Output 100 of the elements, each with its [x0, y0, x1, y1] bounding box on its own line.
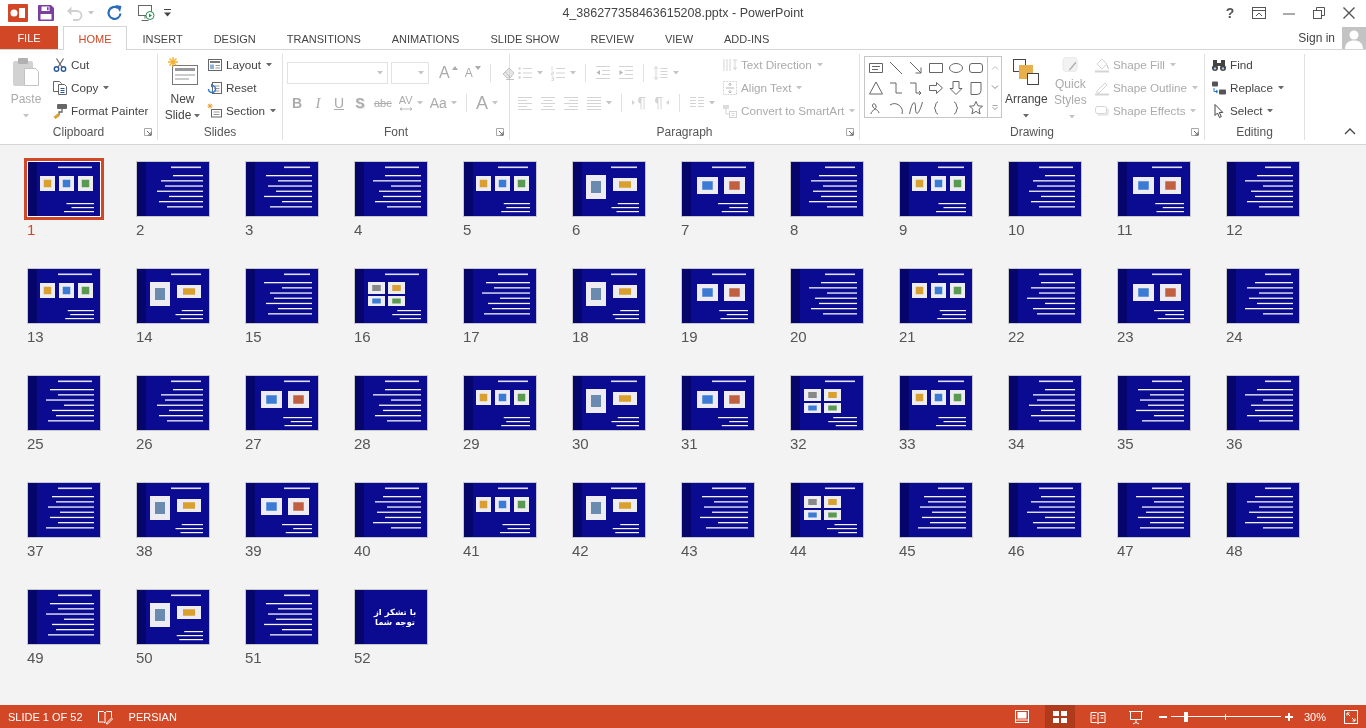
ribbon-tab[interactable]: INSERT	[127, 26, 199, 50]
right-arrow-icon[interactable]	[928, 80, 944, 96]
ribbon-tab[interactable]: DESIGN	[198, 26, 272, 50]
slide-thumbnail[interactable]	[136, 482, 210, 538]
slide-thumbnail[interactable]	[27, 375, 101, 431]
cut-button[interactable]: Cut	[50, 53, 151, 76]
triangle-icon[interactable]	[868, 80, 884, 96]
ribbon-display-options-icon[interactable]	[1251, 5, 1267, 21]
slide-thumbnail[interactable]	[790, 161, 864, 217]
find-button[interactable]: Find	[1209, 53, 1286, 76]
slide-thumbnail[interactable]	[354, 375, 428, 431]
freeform-shape-icon[interactable]	[968, 80, 984, 96]
section-button[interactable]: Section	[205, 99, 278, 122]
slide-thumbnail[interactable]	[245, 268, 319, 324]
select-button[interactable]: Select	[1209, 99, 1286, 122]
slide-thumbnail[interactable]	[681, 161, 755, 217]
slide-thumbnail[interactable]	[245, 589, 319, 645]
slide-sorter-button[interactable]	[1044, 705, 1075, 728]
slide-thumbnail[interactable]	[1008, 161, 1082, 217]
fit-to-window-icon[interactable]	[1343, 708, 1359, 725]
slide-thumbnail[interactable]	[681, 482, 755, 538]
new-slide-button[interactable]: New Slide	[162, 54, 203, 124]
slide-thumbnail[interactable]	[1008, 482, 1082, 538]
help-button[interactable]: ?	[1223, 5, 1237, 21]
slide-thumbnail[interactable]	[899, 482, 973, 538]
ribbon-tab[interactable]: TRANSITIONS	[271, 26, 377, 50]
zoom-level-button[interactable]: 30%	[1303, 710, 1326, 723]
ribbon-tab[interactable]: ANIMATIONS	[376, 26, 475, 50]
slide-thumbnail[interactable]	[1226, 161, 1300, 217]
dialog-launcher-icon[interactable]	[846, 127, 854, 136]
slide-thumbnail[interactable]	[136, 161, 210, 217]
slide-thumbnail[interactable]	[790, 268, 864, 324]
replace-button[interactable]: Replace	[1209, 76, 1286, 99]
save-icon[interactable]	[37, 4, 55, 22]
slide-thumbnail[interactable]	[1117, 161, 1191, 217]
elbow-arrow-icon[interactable]	[908, 80, 924, 96]
ribbon-tab[interactable]: REVIEW	[575, 26, 650, 50]
dialog-launcher-icon[interactable]	[496, 127, 504, 136]
slide-thumbnail[interactable]	[354, 268, 428, 324]
slide-thumbnail[interactable]	[136, 589, 210, 645]
down-arrow-icon[interactable]	[948, 80, 964, 96]
slide-thumbnail[interactable]	[899, 268, 973, 324]
slide-thumbnail[interactable]	[790, 482, 864, 538]
slide-thumbnail[interactable]	[136, 375, 210, 431]
slide-thumbnail[interactable]	[27, 482, 101, 538]
slide-thumbnail[interactable]	[1117, 375, 1191, 431]
slide-thumbnail[interactable]	[136, 268, 210, 324]
arc-icon[interactable]	[888, 100, 904, 116]
slide-thumbnail[interactable]	[899, 375, 973, 431]
slide-thumbnail[interactable]	[463, 482, 537, 538]
slide-thumbnail[interactable]	[1226, 268, 1300, 324]
shapes-gallery[interactable]	[864, 56, 1002, 118]
slide-thumbnail[interactable]	[463, 375, 537, 431]
slide-thumbnail[interactable]	[27, 589, 101, 645]
star-icon[interactable]	[968, 100, 984, 116]
restore-icon[interactable]	[1311, 5, 1327, 21]
slide-thumbnail[interactable]	[1117, 482, 1191, 538]
text-box-icon[interactable]	[868, 60, 884, 76]
slide-thumbnail[interactable]	[790, 375, 864, 431]
dialog-launcher-icon[interactable]	[1191, 128, 1199, 136]
slide-thumbnail[interactable]	[899, 161, 973, 217]
book-pencil-icon[interactable]	[96, 708, 113, 725]
slide-thumbnail[interactable]	[1008, 268, 1082, 324]
presentation-play-icon[interactable]	[137, 4, 155, 22]
collapse-ribbon-icon[interactable]	[1344, 128, 1356, 135]
ribbon-tab[interactable]: VIEW	[649, 26, 709, 50]
slide-thumbnail[interactable]	[27, 268, 101, 324]
arrow-icon[interactable]	[908, 60, 924, 76]
ribbon-tab[interactable]: SLIDE SHOW	[474, 26, 575, 50]
slide-thumbnail[interactable]	[1008, 375, 1082, 431]
file-tab[interactable]: FILE	[0, 26, 58, 49]
language-text[interactable]: PERSIAN	[128, 710, 177, 723]
slide-thumbnail[interactable]	[572, 375, 646, 431]
reset-button[interactable]: Reset	[205, 76, 278, 99]
slide-thumbnail[interactable]	[245, 161, 319, 217]
slide-thumbnail[interactable]	[572, 268, 646, 324]
slide-thumbnail[interactable]: با تشکر از توجه شما	[354, 589, 428, 645]
rectangle-icon[interactable]	[928, 60, 944, 76]
curve-icon[interactable]	[908, 100, 924, 116]
ribbon-tab[interactable]: ADD-INS	[708, 26, 785, 50]
slide-thumbnail[interactable]	[1117, 268, 1191, 324]
sign-in-link[interactable]: Sign in	[1298, 30, 1335, 45]
slide-thumbnail[interactable]	[1226, 375, 1300, 431]
slide-thumbnail[interactable]	[354, 161, 428, 217]
dialog-launcher-icon[interactable]	[144, 128, 152, 136]
zoom-slider-thumb[interactable]	[1184, 711, 1189, 722]
zoom-in-icon[interactable]	[1284, 712, 1293, 721]
repeat-icon[interactable]	[106, 4, 124, 22]
slide-thumbnail[interactable]	[681, 375, 755, 431]
slide-thumbnail[interactable]	[463, 268, 537, 324]
slide-thumbnail[interactable]	[572, 161, 646, 217]
slide-thumbnail[interactable]	[572, 482, 646, 538]
format-painter-button[interactable]: Format Painter	[50, 99, 151, 122]
copy-button[interactable]: Copy	[50, 76, 151, 99]
slide-thumbnail[interactable]	[1226, 482, 1300, 538]
slide-thumbnail[interactable]	[245, 375, 319, 431]
slide-thumbnail[interactable]	[354, 482, 428, 538]
slide-thumbnail[interactable]	[463, 161, 537, 217]
slide-thumbnail[interactable]	[681, 268, 755, 324]
dropdown-icon[interactable]	[163, 8, 172, 18]
